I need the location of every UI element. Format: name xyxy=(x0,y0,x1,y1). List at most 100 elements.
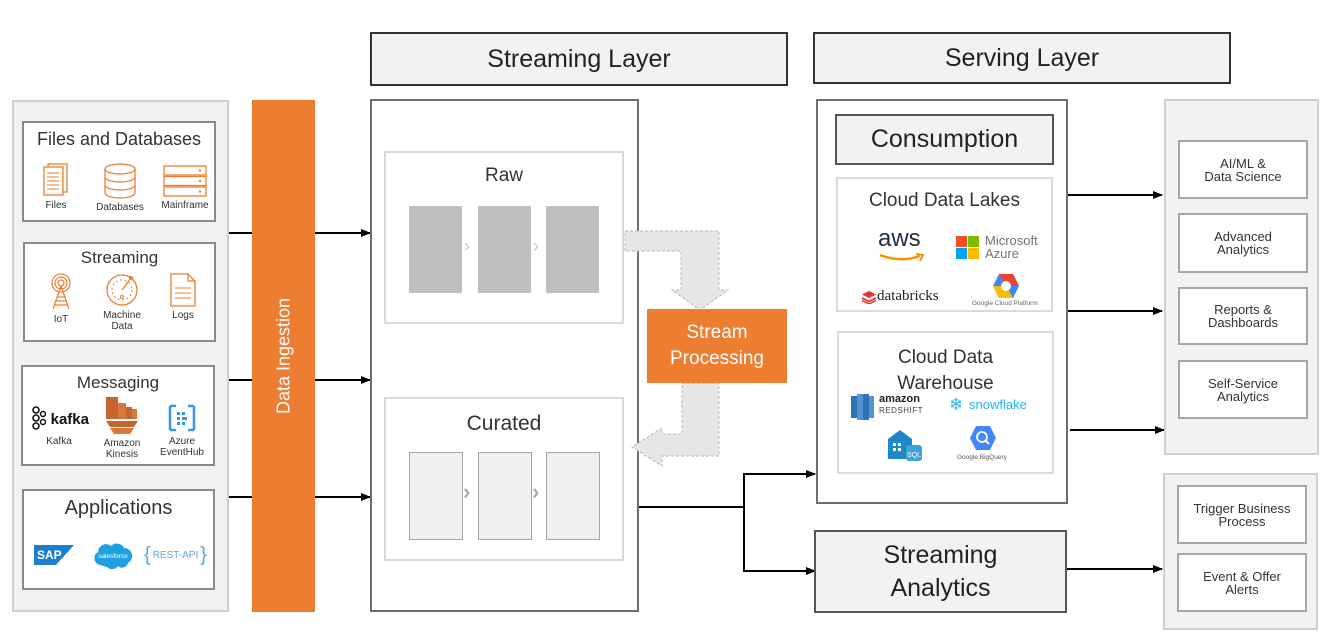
source-item-label: Kafka xyxy=(46,436,72,447)
kinesis-logo xyxy=(106,397,138,434)
mainframe-icon xyxy=(163,165,207,197)
stream-processing-box: Stream Processing xyxy=(647,309,787,383)
gauge-icon xyxy=(106,274,138,306)
raw-to-processing-arrow xyxy=(624,230,730,311)
output-reports-dashboards: Reports & Dashboards xyxy=(1178,287,1308,345)
stream-processing-label: Stream xyxy=(686,322,748,343)
left-brace-icon: { xyxy=(144,543,151,566)
curated-stage-2 xyxy=(478,452,532,540)
raw-stage-3 xyxy=(546,206,599,293)
output-aiml-data-science: AI/ML & Data Science xyxy=(1178,140,1308,199)
sap-logo-text: SAP xyxy=(37,548,62,562)
raw-stage-2 xyxy=(478,206,531,293)
source-item-machine-data: Machine Data xyxy=(97,273,147,332)
cloud-data-lakes-box: Cloud Data Lakes aws Microsoft Azure dat… xyxy=(836,177,1053,312)
salesforce-cloud-shape: salesforce xyxy=(94,543,133,570)
cloud-data-warehouse-title: Cloud Data Warehouse xyxy=(839,345,1052,397)
source-item-label: Logs xyxy=(172,310,194,321)
arrow-curated-to-consumption xyxy=(623,470,816,508)
output-label: Trigger Business xyxy=(1193,500,1291,516)
azure-sql-dw-logo: SQL xyxy=(886,427,926,465)
warehouse-title-line: Cloud Data xyxy=(897,347,994,368)
streaming-layer-header: Streaming Layer xyxy=(370,32,788,86)
output-label: Dashboards xyxy=(1207,315,1279,330)
gcp-hexagon-icon xyxy=(993,274,1019,298)
right-brace-icon: } xyxy=(200,543,207,566)
source-item-label: Mainframe xyxy=(161,200,209,211)
processing-to-curated-arrow xyxy=(631,382,720,467)
source-item-label: Files xyxy=(45,200,67,211)
rest-api-logo: { REST-API } xyxy=(144,543,210,567)
streaming-layer-title: Streaming Layer xyxy=(487,44,671,73)
redshift-logo-text: amazon xyxy=(879,393,920,405)
raw-zone: Raw › › xyxy=(384,151,624,324)
kafka-nodes-icon xyxy=(32,405,47,430)
raw-zone-title: Raw xyxy=(484,165,523,186)
source-group-title: Messaging xyxy=(76,373,160,392)
curated-zone-title: Curated xyxy=(466,412,542,435)
streaming-analytics-label: Streaming xyxy=(883,540,998,569)
serving-layer-header: Serving Layer xyxy=(813,32,1231,84)
source-item-iot: IoT xyxy=(43,273,79,325)
google-bigquery-logo: Google BigQuery xyxy=(955,425,1011,465)
kafka-logo-text: kafka xyxy=(50,410,89,428)
databricks-logo-text: databricks xyxy=(877,288,939,304)
output-label: Process xyxy=(1218,513,1266,529)
chevron-right-icon: › xyxy=(463,479,471,504)
sap-logo: SAP xyxy=(34,543,74,567)
source-item-kafka: kafka Kafka xyxy=(29,405,89,447)
streaming-analytics-box: Streaming Analytics xyxy=(814,530,1067,613)
files-icon xyxy=(43,163,68,196)
source-item-label: Amazon xyxy=(103,438,141,449)
source-item-label: IoT xyxy=(53,314,69,325)
rest-api-logo-text: REST-API xyxy=(152,549,199,561)
chevron-right-icon: › xyxy=(532,479,540,504)
log-file-icon xyxy=(170,273,196,307)
output-label: AI/ML & xyxy=(1220,155,1266,171)
source-item-files: Files xyxy=(36,163,76,211)
output-event-offer-alerts: Event & Offer Alerts xyxy=(1177,553,1307,612)
snowflake-logo-text: snowflake xyxy=(969,397,1027,412)
source-group-title: Files and Databases xyxy=(36,129,202,149)
output-label: Alerts xyxy=(1225,581,1259,597)
cloud-data-warehouse-box: Cloud Data Warehouse amazon REDSHIFT ❄ s… xyxy=(837,331,1054,474)
raw-stage-1 xyxy=(409,206,462,293)
streaming-analytics-label: Analytics xyxy=(890,573,991,602)
source-item-mainframe: Mainframe xyxy=(157,165,213,211)
data-ingestion-bar: Data Ingestion xyxy=(252,100,315,612)
aws-logo-text: aws xyxy=(878,225,921,252)
sql-warehouse-icon: SQL xyxy=(888,430,922,461)
redshift-logo-text: REDSHIFT xyxy=(879,406,923,415)
source-item-databases: Databases xyxy=(92,163,148,213)
source-group-applications: Applications SAP salesforce { REST-API } xyxy=(22,489,215,590)
source-group-title: Applications xyxy=(64,497,173,519)
azure-logo-text: Azure xyxy=(985,246,1019,261)
output-self-service-analytics: Self-Service Analytics xyxy=(1178,360,1308,419)
source-item-label: Data xyxy=(111,321,133,332)
source-group-messaging: Messaging kafka Kafka Amazon Kinesis Azu… xyxy=(21,365,215,466)
snowflake-logo: ❄ snowflake xyxy=(949,395,1049,417)
sap-logo-shape: SAP xyxy=(34,545,74,565)
salesforce-logo: salesforce xyxy=(92,541,134,570)
chevron-right-icon: › xyxy=(533,236,539,256)
aws-smile-icon xyxy=(879,253,925,262)
source-item-label: EventHub xyxy=(160,447,204,458)
databricks-logo: databricks xyxy=(862,288,972,308)
databricks-stack-icon xyxy=(862,291,876,304)
source-item-label: Kinesis xyxy=(105,449,139,460)
arrow-curated-to-streaming-analytics xyxy=(743,507,816,575)
salesforce-logo-text: salesforce xyxy=(98,553,128,560)
eventhub-logo xyxy=(168,404,196,432)
output-label: Self-Service xyxy=(1207,375,1279,391)
curated-stage-1 xyxy=(409,452,463,540)
output-trigger-business-process: Trigger Business Process xyxy=(1177,485,1307,544)
microsoft-squares-icon xyxy=(956,236,979,259)
iot-antenna-icon xyxy=(51,273,71,310)
database-icon xyxy=(104,163,136,199)
data-ingestion-label: Data Ingestion xyxy=(273,297,293,415)
source-group-files-databases: Files and Databases Files Databases Main… xyxy=(22,121,216,222)
source-group-title: Streaming xyxy=(80,248,159,267)
snowflake-icon: ❄ xyxy=(949,395,964,414)
source-item-label: Machine xyxy=(103,310,141,321)
google-cloud-platform-logo: Google Cloud Platform xyxy=(972,273,1042,311)
